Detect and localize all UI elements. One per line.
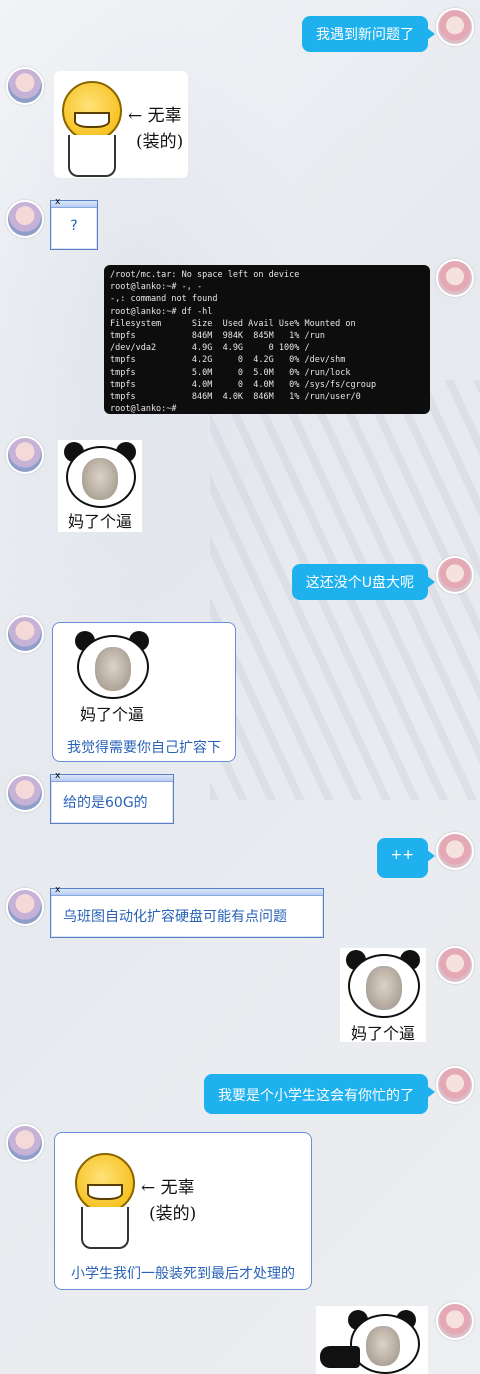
- terminal-line: tmpfs 4.0M 0 4.0M 0% /sys/fs/cgroup: [110, 379, 377, 390]
- message-bubble[interactable]: 我遇到新问题了: [302, 16, 435, 52]
- avatar[interactable]: [6, 67, 44, 105]
- avatar[interactable]: [436, 259, 474, 297]
- meme-caption: 妈了个逼: [79, 705, 144, 724]
- terminal-line: -,: command not found: [110, 294, 218, 305]
- avatar[interactable]: [436, 556, 474, 594]
- terminal-line: tmpfs 5.0M 0 5.0M 0% /run/lock: [110, 367, 351, 378]
- terminal-line: root@lanko:~# df -hl: [110, 306, 213, 317]
- terminal-line: root@lanko:~# -, -: [110, 282, 203, 293]
- message-bubble[interactable]: 这还没个U盘大呢: [291, 564, 436, 600]
- message-text: 小学生我们一般装死到最后才处理的: [71, 1266, 295, 1282]
- sticker-text: ← 无辜: [141, 1178, 195, 1198]
- avatar[interactable]: [436, 8, 474, 46]
- message-bubble[interactable]: x ?: [50, 197, 98, 250]
- thumb-hand: [320, 1346, 360, 1368]
- terminal-line: root@lanko:~#: [110, 404, 177, 414]
- smile-face-icon: [62, 81, 122, 141]
- meme-caption: 妈了个逼: [350, 1024, 415, 1043]
- avatar[interactable]: [6, 615, 44, 653]
- message-text: 我觉得需要你自己扩容下: [67, 740, 221, 756]
- avatar[interactable]: [436, 1302, 474, 1340]
- panda-meme-sticker: 妈了个逼: [69, 629, 155, 724]
- terminal-line: tmpfs 846M 984K 845M 1% /run: [110, 331, 325, 342]
- message-bubble[interactable]: ← 无辜 (装的) 小学生我们一般装死到最后才处理的: [54, 1132, 312, 1290]
- sticker-innocent: ← 无辜 (装的): [67, 1143, 203, 1251]
- message-text: ++: [390, 847, 414, 863]
- message-text: 这还没个U盘大呢: [305, 575, 414, 591]
- sticker-text: ← 无辜: [128, 106, 182, 126]
- message-bubble[interactable]: 我要是个小学生这会有你忙的了: [204, 1074, 435, 1114]
- avatar[interactable]: [6, 888, 44, 926]
- panda-meme-sticker[interactable]: 妈了个逼: [340, 948, 426, 1043]
- panda-meme-sticker[interactable]: 妈了个逼: [58, 440, 142, 532]
- avatar[interactable]: [436, 1066, 474, 1104]
- avatar[interactable]: [6, 1124, 44, 1162]
- message-bubble[interactable]: x 乌班图自动化扩容硬盘可能有点问题: [50, 885, 324, 938]
- message-text: ?: [70, 218, 78, 234]
- avatar[interactable]: [6, 774, 44, 812]
- message-text: 乌班图自动化扩容硬盘可能有点问题: [63, 909, 287, 925]
- message-bubble[interactable]: 妈了个逼 我觉得需要你自己扩容下: [52, 622, 236, 762]
- message-bubble[interactable]: x 给的是60G的: [50, 771, 174, 824]
- avatar[interactable]: [436, 832, 474, 870]
- meme-caption: 妈了个逼: [67, 512, 132, 531]
- terminal-line: /dev/vda2 4.9G 4.9G 0 100% /: [110, 343, 310, 354]
- message-bubble[interactable]: ++: [376, 838, 436, 878]
- terminal-line: Filesystem Size Used Avail Use% Mounted …: [110, 318, 356, 329]
- avatar[interactable]: [436, 946, 474, 984]
- sticker-innocent[interactable]: ← 无辜 (装的): [54, 71, 188, 178]
- avatar[interactable]: [6, 200, 44, 238]
- avatar[interactable]: [6, 436, 44, 474]
- panda-meme-sticker[interactable]: [316, 1306, 428, 1374]
- terminal-screenshot[interactable]: /root/mc.tar: No space left on device roo…: [104, 265, 430, 414]
- sticker-text: (装的): [149, 1204, 197, 1224]
- terminal-line: /root/mc.tar: No space left on device: [110, 270, 300, 280]
- sticker-text: (装的): [136, 132, 184, 152]
- terminal-line: tmpfs 4.2G 0 4.2G 0% /dev/shm: [110, 355, 346, 366]
- smile-face-icon: [75, 1153, 135, 1213]
- message-text: 我遇到新问题了: [316, 27, 414, 43]
- message-text: 给的是60G的: [63, 795, 148, 811]
- terminal-line: tmpfs 846M 4.0K 846M 1% /run/user/0: [110, 392, 361, 403]
- message-text: 我要是个小学生这会有你忙的了: [218, 1088, 414, 1104]
